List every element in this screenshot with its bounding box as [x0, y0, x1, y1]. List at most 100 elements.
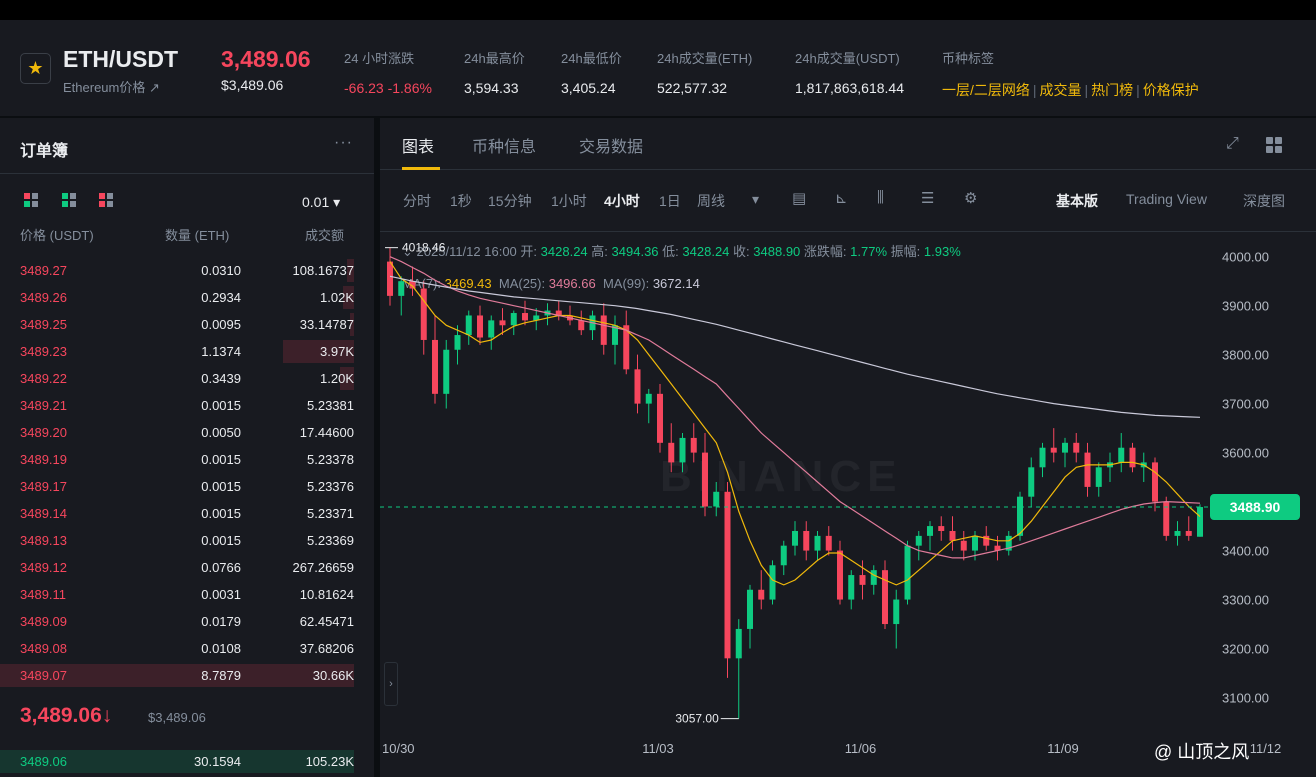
ask-row[interactable]: 3489.25 0.0095 33.14787	[0, 311, 374, 338]
candle-body	[1197, 507, 1203, 537]
ask-row[interactable]: 3489.26 0.2934 1.02K	[0, 284, 374, 311]
tab-chart[interactable]: 图表	[402, 133, 434, 157]
ask-row[interactable]: 3489.13 0.0015 5.23369	[0, 527, 374, 554]
tag-price-protection[interactable]: 价格保护	[1143, 82, 1199, 98]
stat-label: 24h成交量(ETH)	[657, 51, 753, 66]
candle-body	[668, 442, 675, 463]
expand-side-arrow-icon[interactable]: ›	[384, 662, 398, 706]
indicator-icon[interactable]: ⊾	[835, 189, 848, 207]
ask-row[interactable]: 3489.09 0.0179 62.45471	[0, 608, 374, 635]
candle-body	[780, 545, 787, 566]
candle-body	[1084, 452, 1091, 487]
candle-body	[735, 628, 742, 659]
interval-1h[interactable]: 1小时	[551, 191, 587, 211]
candle-body	[713, 491, 720, 507]
interval-1w[interactable]: 周线	[697, 191, 725, 211]
candle-body	[803, 530, 810, 551]
ask-row[interactable]: 3489.17 0.0015 5.23376	[0, 473, 374, 500]
interval-timeline[interactable]: 分时	[403, 191, 431, 211]
interval-more-dropdown[interactable]: ▾	[752, 191, 759, 208]
candle-body	[960, 540, 967, 551]
y-tick-label: 3800.00	[1222, 348, 1269, 363]
version-depth-chart[interactable]: 深度图	[1243, 191, 1285, 211]
interval-4h[interactable]: 4小时	[604, 191, 640, 211]
stat-24h-low: 24h最低价 3,405.24	[561, 48, 622, 96]
more-options-icon[interactable]: ···	[334, 134, 353, 152]
layout-grid-icon[interactable]	[1266, 137, 1282, 153]
coin-tags: 一层/二层网络 | 成交量 | 热门榜 | 价格保护	[942, 82, 1199, 98]
ask-price: 3489.08	[20, 641, 67, 656]
favorite-star-icon[interactable]: ★	[20, 53, 51, 84]
ask-row[interactable]: 3489.19 0.0015 5.23378	[0, 446, 374, 473]
interval-1s[interactable]: 1秒	[450, 191, 472, 211]
ask-price: 3489.12	[20, 560, 67, 575]
tag-hot-list[interactable]: 热门榜	[1091, 82, 1133, 98]
candle-body	[893, 599, 900, 625]
ask-row[interactable]: 3489.12 0.0766 267.26659	[0, 554, 374, 581]
candle-body	[1118, 447, 1125, 463]
tab-trading-data[interactable]: 交易数据	[579, 133, 643, 157]
pair-subtitle-link[interactable]: Ethereum价格 ↗	[63, 77, 160, 96]
stat-24h-change: 24 小时涨跌 -66.23 -1.86%	[344, 48, 432, 96]
book-view-asks-icon[interactable]	[99, 193, 113, 207]
ask-total: 1.02K	[320, 290, 354, 305]
candle-body	[443, 349, 450, 394]
ask-total: 17.44600	[299, 425, 354, 440]
version-tradingview[interactable]: Trading View	[1126, 191, 1207, 207]
ask-total: 1.20K	[320, 371, 354, 386]
candlestick-chart[interactable]: 4000.003900.003800.003700.003600.003500.…	[380, 232, 1316, 777]
tab-coin-info[interactable]: 币种信息	[472, 133, 536, 157]
ask-row[interactable]: 3489.20 0.0050 17.44600	[0, 419, 374, 446]
ask-row[interactable]: 3489.08 0.0108 37.68206	[0, 635, 374, 662]
pair-symbol[interactable]: ETH/USDT	[63, 46, 178, 73]
ask-qty: 0.0310	[201, 263, 241, 278]
drawing-tools-icon[interactable]: ☰	[921, 189, 934, 207]
tag-layer-network[interactable]: 一层/二层网络	[942, 82, 1030, 98]
stat-label: 24 小时涨跌	[344, 51, 415, 66]
candle-body	[679, 437, 686, 463]
ask-row[interactable]: 3489.27 0.0310 108.16737	[0, 257, 374, 284]
interval-1d[interactable]: 1日	[659, 191, 681, 211]
y-tick-label: 3200.00	[1222, 642, 1269, 657]
tag-volume[interactable]: 成交量	[1040, 82, 1082, 98]
ask-row[interactable]: 3489.21 0.0015 5.23381	[0, 392, 374, 419]
ask-row[interactable]: 3489.11 0.0031 10.81624	[0, 581, 374, 608]
stat-label: 24h最高价	[464, 51, 525, 66]
chart-type-icon[interactable]: ▤	[792, 189, 806, 207]
settings-gear-icon[interactable]: ⚙	[964, 189, 977, 207]
stat-label: 24h成交量(USDT)	[795, 51, 900, 66]
book-view-both-icon[interactable]	[24, 193, 38, 207]
candle-body	[949, 530, 956, 541]
version-basic[interactable]: 基本版	[1056, 191, 1098, 211]
ask-row[interactable]: 3489.07 8.7879 30.66K	[0, 662, 374, 689]
credit-watermark: @ 山顶之风	[1154, 742, 1250, 762]
candle-body	[522, 313, 528, 321]
candle-body	[1073, 442, 1080, 453]
ask-total: 3.97K	[320, 344, 354, 359]
order-book-panel: 订单簿 ··· 0.01 ▾ 价格 (USDT) 数量 (ETH) 成交额 34…	[0, 118, 374, 777]
last-price: 3,489.06	[221, 46, 311, 72]
candle-body	[578, 320, 585, 331]
fullscreen-icon[interactable]: ⤢	[1226, 135, 1239, 153]
x-tick-label: 11/12	[1250, 741, 1282, 756]
candle-body	[600, 315, 607, 345]
candle-body	[972, 535, 978, 551]
stat-24h-volume-usdt: 24h成交量(USDT) 1,817,863,618.44	[795, 48, 904, 96]
ask-row[interactable]: 3489.22 0.3439 1.20K	[0, 365, 374, 392]
ask-row[interactable]: 3489.23 1.1374 3.97K	[0, 338, 374, 365]
ask-total: 33.14787	[299, 317, 354, 332]
precision-select[interactable]: 0.01 ▾	[302, 194, 340, 211]
candle-body	[1129, 447, 1136, 468]
book-view-bids-icon[interactable]	[62, 193, 76, 207]
candle-body	[398, 281, 405, 296]
candle-body	[758, 589, 765, 600]
bid-row[interactable]: 3489.06 30.1594 105.23K	[0, 748, 374, 775]
col-header-total: 成交额	[305, 228, 345, 243]
candle-style-icon[interactable]: ⫼	[877, 189, 884, 206]
ask-row[interactable]: 3489.14 0.0015 5.23371	[0, 500, 374, 527]
interval-15m[interactable]: 15分钟	[488, 191, 532, 211]
stat-label: 24h最低价	[561, 51, 622, 66]
ask-qty: 0.0015	[201, 533, 241, 548]
candle-body	[1039, 447, 1046, 468]
bid-price: 3489.06	[20, 754, 67, 769]
